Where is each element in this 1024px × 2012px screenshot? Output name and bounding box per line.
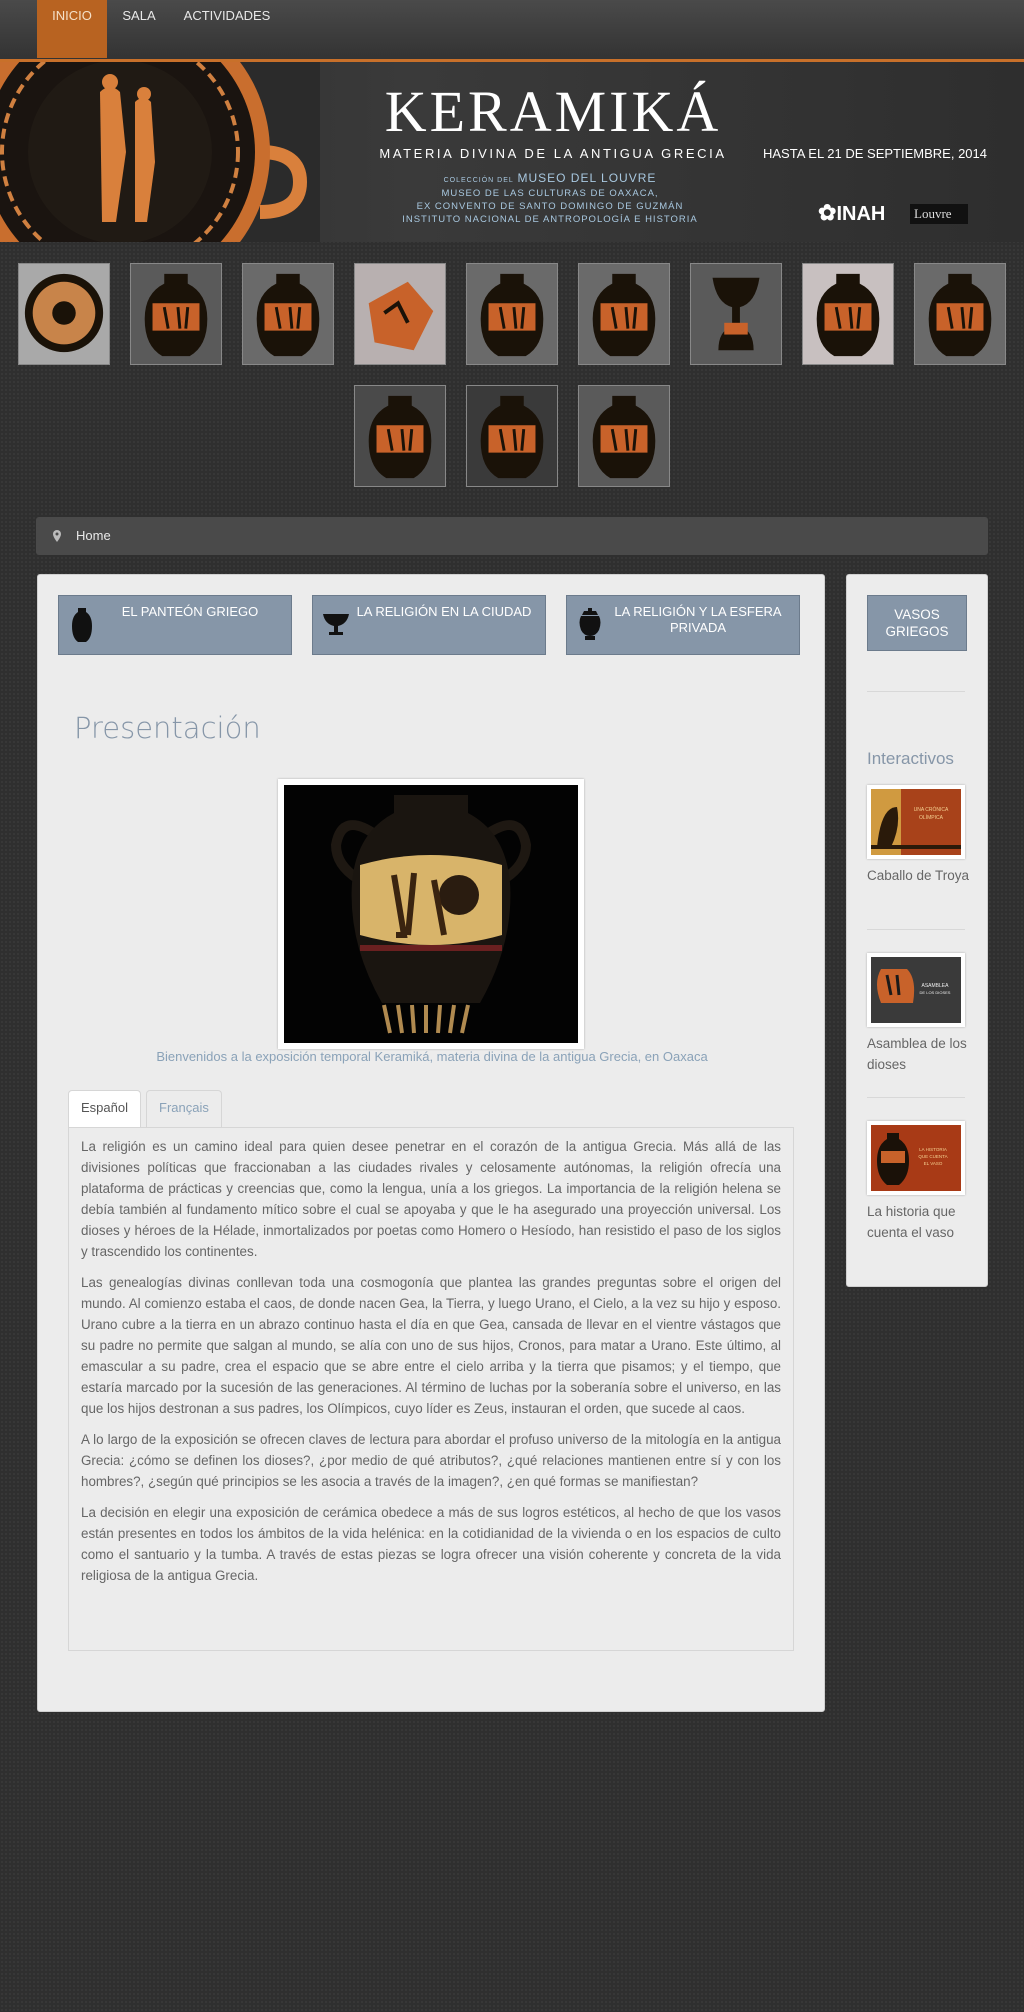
vase-thumbnail[interactable]: [578, 385, 670, 487]
exhibition-subtitle: MATERIA DIVINA DE LA ANTIGUA GRECIA: [379, 146, 727, 161]
vasos-griegos-button[interactable]: VASOS GRIEGOS: [867, 595, 967, 651]
svg-text:EL VASO: EL VASO: [924, 1161, 943, 1166]
nav-item-actividades[interactable]: ACTIVIDADES: [180, 0, 274, 58]
interactivos-heading: Interactivos: [867, 749, 954, 768]
interactive-label-caballo[interactable]: Caballo de Troya: [867, 865, 977, 886]
louvre-logo: Louvre: [910, 204, 968, 224]
page-title: Presentación: [74, 711, 261, 745]
divider: [867, 691, 965, 692]
category-button-privada[interactable]: LA RELIGIÓN Y LA ESFERA PRIVADA: [566, 595, 800, 655]
vase-thumbnail[interactable]: [466, 263, 558, 365]
vase-thumbnail[interactable]: [354, 263, 446, 365]
tab-francais[interactable]: Français: [146, 1090, 222, 1127]
svg-text:OLÍMPICA: OLÍMPICA: [919, 814, 944, 821]
vase-thumbnail[interactable]: [578, 263, 670, 365]
interactive-label-historia[interactable]: La historia que cuenta el vaso: [867, 1201, 977, 1243]
divider: [867, 929, 965, 930]
inah-logo: ✿INAH: [818, 200, 886, 225]
kylix-icon: [323, 614, 349, 635]
divider: [867, 1097, 965, 1098]
featured-amphora-image: [278, 779, 584, 1049]
breadcrumb-home-link[interactable]: Home: [76, 528, 111, 543]
exhibition-banner: KERAMIKÁ MATERIA DIVINA DE LA ANTIGUA GR…: [0, 62, 1024, 242]
tab-content-espanol: La religión es un camino ideal para quie…: [68, 1127, 794, 1651]
nav-item-inicio[interactable]: INICIO: [37, 0, 107, 58]
amphora-icon: [72, 608, 92, 642]
svg-text:DE LOS DIOSES: DE LOS DIOSES: [920, 990, 951, 995]
category-button-panteon[interactable]: EL PANTEÓN GRIEGO: [58, 595, 292, 655]
vase-thumbnail[interactable]: [18, 263, 110, 365]
nav-item-sala[interactable]: SALA: [114, 0, 164, 58]
interactive-label-asamblea[interactable]: Asamblea de los dioses: [867, 1033, 977, 1075]
interactive-thumbnail-historia[interactable]: LA HISTORIA QUE CUENTA EL VASO: [867, 1121, 965, 1195]
map-pin-icon: [53, 530, 61, 542]
lidded-vase-icon: [579, 608, 601, 640]
paragraph: A lo largo de la exposición se ofrecen c…: [81, 1432, 781, 1489]
vase-thumbnail[interactable]: [354, 385, 446, 487]
vase-thumbnail[interactable]: [130, 263, 222, 365]
interactive-thumbnail-asamblea[interactable]: ASAMBLEA DE LOS DIOSES: [867, 953, 965, 1027]
paragraph: Las genealogías divinas conllevan toda u…: [81, 1275, 781, 1416]
image-caption: Bienvenidos a la exposición temporal Ker…: [156, 1049, 708, 1064]
vase-thumbnail[interactable]: [914, 263, 1006, 365]
paragraph: La religión es un camino ideal para quie…: [81, 1139, 781, 1259]
collection-credits: COLECCIÓN DEL MUSEO DEL LOUVRE MUSEO DE …: [402, 171, 698, 226]
tab-espanol[interactable]: Español: [68, 1090, 141, 1128]
svg-text:LA HISTORIA: LA HISTORIA: [919, 1147, 947, 1152]
vase-thumbnail[interactable]: [690, 263, 782, 365]
vase-thumbnail[interactable]: [802, 263, 894, 365]
exhibition-date: HASTA EL 21 DE SEPTIEMBRE, 2014: [763, 146, 987, 161]
sidebar: VASOS GRIEGOS Interactivos UNA CRÓNICA O…: [846, 574, 988, 1287]
kylix-banner-image: [0, 62, 320, 242]
top-navbar: INICIO SALA ACTIVIDADES: [0, 0, 1024, 62]
svg-text:ASAMBLEA: ASAMBLEA: [922, 983, 950, 989]
breadcrumb: Home: [36, 517, 988, 555]
vase-thumbnail[interactable]: [466, 385, 558, 487]
svg-text:UNA CRÓNICA: UNA CRÓNICA: [914, 806, 949, 813]
interactive-thumbnail-caballo[interactable]: UNA CRÓNICA OLÍMPICA: [867, 785, 965, 859]
svg-text:QUE CUENTA: QUE CUENTA: [918, 1154, 947, 1159]
vase-thumbnail[interactable]: [242, 263, 334, 365]
main-content-panel: EL PANTEÓN GRIEGO LA RELIGIÓN EN LA CIUD…: [37, 574, 825, 1712]
exhibition-title: KERAMIKÁ: [384, 79, 722, 144]
paragraph: La decisión en elegir una exposición de …: [81, 1505, 781, 1583]
category-button-ciudad[interactable]: LA RELIGIÓN EN LA CIUDAD: [312, 595, 546, 655]
